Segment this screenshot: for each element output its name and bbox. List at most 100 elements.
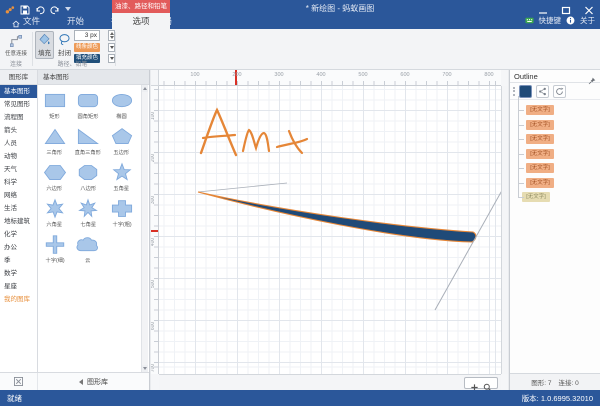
shape-item[interactable]: 直角三角形 (72, 123, 106, 159)
stroke-width-stepper[interactable] (108, 30, 115, 41)
ruler-number: 600 (400, 72, 409, 78)
outline-node[interactable]: [无文字] (515, 103, 598, 118)
redo-button[interactable] (50, 2, 60, 12)
guide-line-short (198, 183, 287, 192)
drag-grip-icon[interactable] (513, 87, 515, 96)
category-label: 数学 (4, 270, 17, 277)
magnifier-icon[interactable] (483, 379, 492, 388)
shape-item[interactable]: 六边形 (38, 159, 72, 195)
guide-line-long (435, 185, 501, 310)
shape-label: 三角形 (47, 148, 63, 156)
category-item[interactable]: 流程图 (0, 111, 37, 124)
connections-view-button[interactable] (536, 85, 549, 98)
panel-collapse-bar[interactable]: 图形库 (38, 377, 149, 387)
shape-item[interactable]: 矩形 (38, 87, 72, 123)
shape-item[interactable]: 椭圆 (105, 87, 139, 123)
line-color-dropdown-icon[interactable] (108, 43, 115, 52)
shape-item[interactable]: 云 (72, 231, 106, 267)
category-label: 生活 (4, 205, 17, 212)
shape-label: 圆角矩形 (78, 112, 99, 120)
maximize-button[interactable] (561, 2, 571, 11)
shape-item[interactable]: 五边形 (105, 123, 139, 159)
panel-close-button[interactable] (0, 373, 38, 390)
category-item[interactable]: 星座 (0, 280, 37, 293)
category-item[interactable]: 化学 (0, 228, 37, 241)
menu-tab[interactable]: 开始 (48, 13, 92, 29)
cursor-position-marker (151, 230, 158, 232)
category-item[interactable]: 基本图形 (0, 85, 37, 98)
outline-node-badge: [无文字] (526, 120, 554, 130)
qat-dropdown-icon[interactable] (65, 7, 71, 11)
scroll-up-icon[interactable] (142, 85, 148, 92)
undo-button[interactable] (35, 2, 45, 12)
outline-node[interactable]: [无文字] (515, 132, 598, 147)
category-label: 基本图形 (4, 88, 30, 95)
scroll-down-icon[interactable] (142, 365, 148, 372)
outline-node[interactable]: [无文字] (515, 190, 598, 205)
category-item[interactable]: 网络 (0, 189, 37, 202)
category-item[interactable]: 常见图形 (0, 98, 37, 111)
category-item[interactable]: 数学 (0, 267, 37, 280)
category-item[interactable]: 箭头 (0, 124, 37, 137)
shape-item[interactable]: 三角形 (38, 123, 72, 159)
category-item[interactable]: 我的图库 (0, 293, 37, 306)
category-list: 基本图形 常见图形 流程图 箭头 人员 (0, 85, 38, 372)
category-label: 季 (4, 257, 11, 264)
group-label-pen: 路径、铅笔 (35, 59, 110, 68)
fill-view-button[interactable] (519, 85, 532, 98)
shape-item[interactable]: 六角星 (38, 195, 72, 231)
shape-label: 六角星 (47, 220, 63, 228)
close-button[interactable] (584, 2, 594, 11)
outline-node[interactable]: [无文字] (515, 161, 598, 176)
tab-options-active[interactable]: 选项 (112, 13, 170, 29)
shape-label: 云 (86, 256, 91, 264)
ruler-number: 600 (151, 322, 156, 330)
stroke-width-input[interactable]: 3 px (74, 30, 100, 41)
category-item[interactable]: 季 (0, 254, 37, 267)
outline-node-badge: [无文字] (522, 192, 550, 202)
category-label: 网络 (4, 192, 17, 199)
refresh-button[interactable] (553, 85, 566, 98)
vertical-ruler: 100200300400500600700 (151, 86, 159, 374)
about-link[interactable]: 关于 (580, 15, 595, 26)
shape-grid-scrollbar[interactable] (141, 85, 148, 372)
menu-tab-icon (100, 17, 108, 25)
category-item[interactable]: 人员 (0, 137, 37, 150)
shape-label: 五边形 (114, 148, 130, 156)
shape-item[interactable]: 八边形 (72, 159, 106, 195)
category-item[interactable]: 动物 (0, 150, 37, 163)
handwriting-stroke-A (201, 110, 236, 155)
outline-node[interactable]: [无文字] (515, 118, 598, 133)
shape-item[interactable]: 十字(细) (38, 231, 72, 267)
panel-footer-label: 图形库 (87, 377, 108, 387)
category-item[interactable]: 办公 (0, 241, 37, 254)
fill-button[interactable]: 填充 (35, 31, 54, 59)
outline-node-badge: [无文字] (526, 178, 554, 188)
shape-item[interactable]: 五角星 (105, 159, 139, 195)
shortcuts-link[interactable]: 快捷键 (539, 15, 562, 26)
titlebar-right-links: 快捷键 关于 (525, 15, 596, 26)
category-item[interactable]: 天气 (0, 163, 37, 176)
save-button[interactable] (20, 2, 30, 12)
category-item[interactable]: 科学 (0, 176, 37, 189)
outline-node[interactable]: [无文字] (515, 176, 598, 191)
menu-tab[interactable]: 文件 (4, 13, 48, 29)
any-connect-button[interactable]: 任意连接 (3, 31, 29, 59)
canvas-vertical-scrollbar[interactable] (501, 86, 508, 374)
shape-item[interactable]: 七角星 (72, 195, 106, 231)
category-item[interactable]: 地标建筑 (0, 215, 37, 228)
shape-icon (40, 126, 70, 147)
pin-icon[interactable] (588, 72, 596, 80)
minimize-button[interactable] (538, 2, 548, 11)
outline-node[interactable]: [无文字] (515, 147, 598, 162)
shape-item[interactable]: 圆角矩形 (72, 87, 106, 123)
line-color-button[interactable]: 线条颜色 (74, 43, 100, 52)
shape-icon (107, 126, 137, 147)
ruler-number: 700 (151, 364, 156, 372)
shape-item[interactable]: 十字(粗) (105, 195, 139, 231)
zoom-in-icon[interactable] (470, 379, 479, 388)
close-path-button[interactable]: 封闭 (55, 31, 74, 59)
canvas-horizontal-scrollbar[interactable] (159, 374, 501, 390)
category-item[interactable]: 生活 (0, 202, 37, 215)
drawing-canvas[interactable] (159, 86, 501, 374)
